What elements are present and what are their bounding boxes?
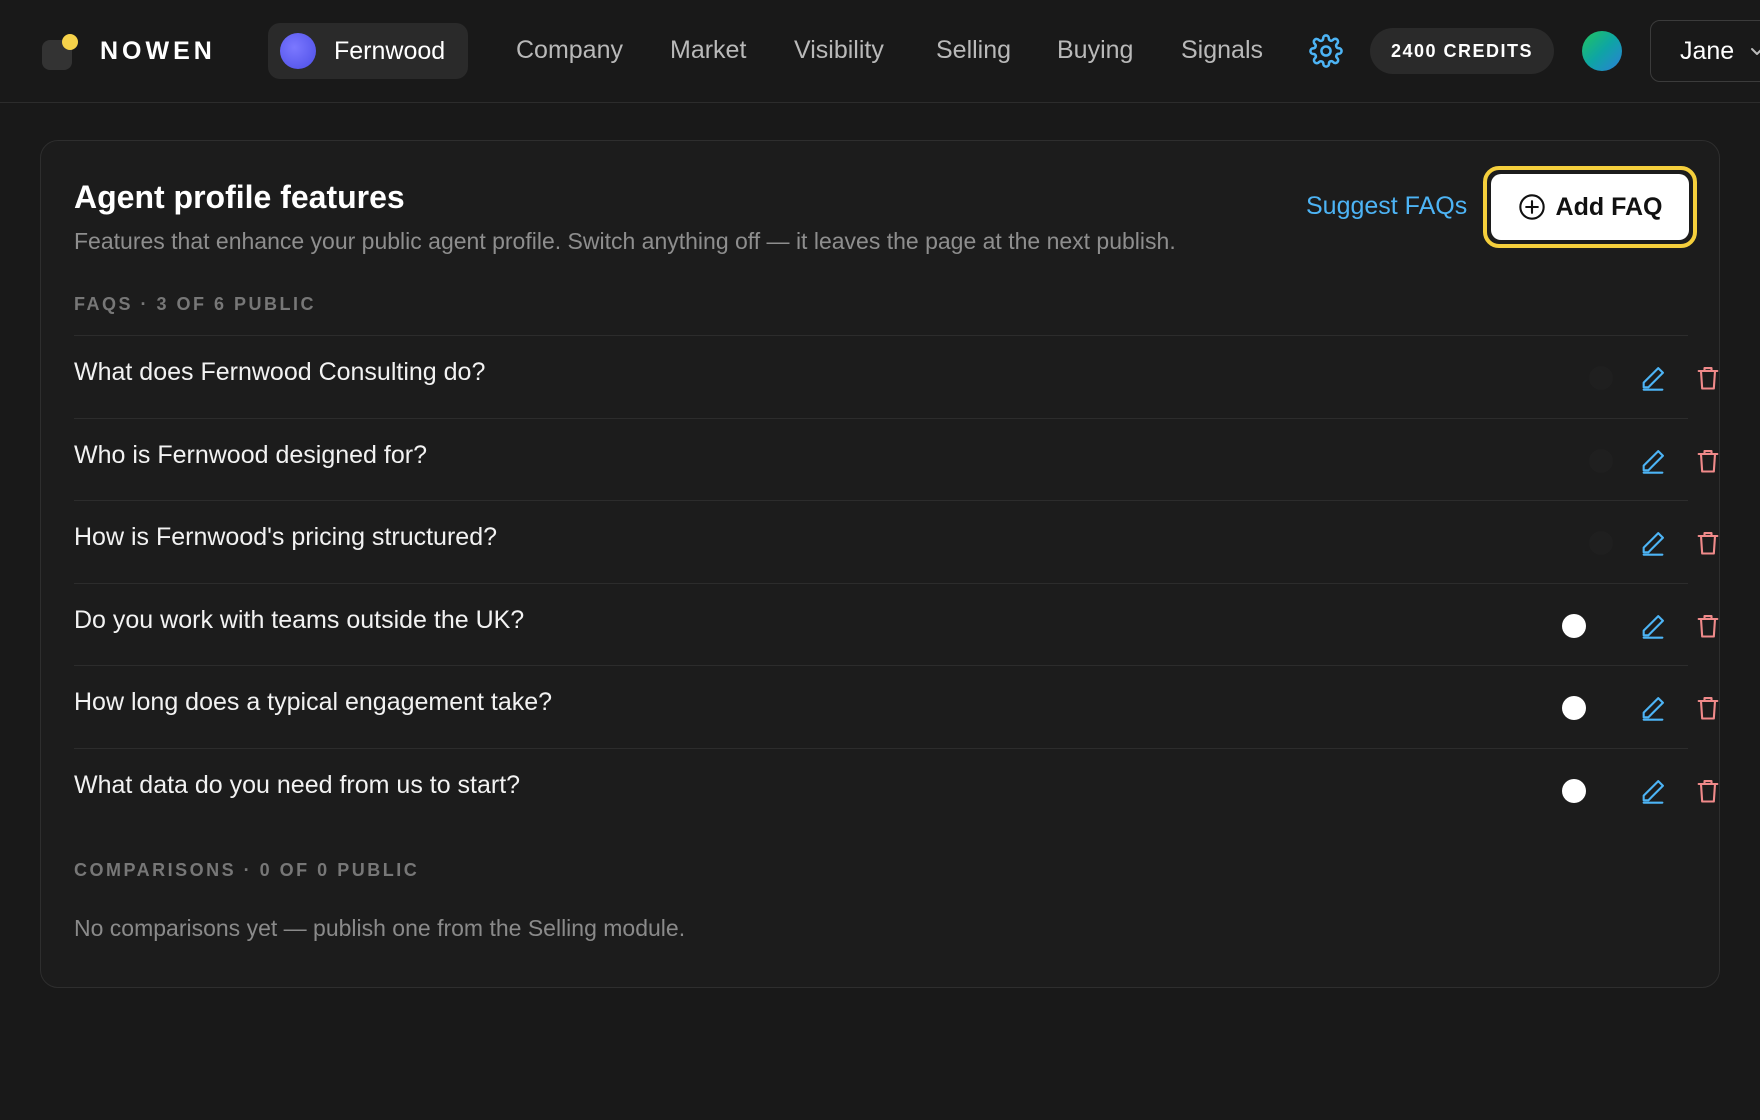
faq-row: What does Fernwood Consulting do? — [74, 335, 1719, 418]
faq-row: Who is Fernwood designed for? — [74, 417, 1719, 501]
edit-pencil-icon[interactable] — [1639, 612, 1667, 640]
comparisons-empty-state: No comparisons yet — publish one from th… — [74, 915, 686, 941]
faq-question: Do you work with teams outside the UK? — [74, 605, 525, 634]
edit-pencil-icon[interactable] — [1639, 777, 1667, 805]
edit-pencil-icon[interactable] — [1639, 364, 1667, 392]
nav-item-visibility[interactable]: Visibility — [794, 36, 884, 65]
edit-pencil-icon[interactable] — [1639, 529, 1667, 557]
logo[interactable] — [42, 34, 78, 70]
faq-question: How is Fernwood's pricing structured? — [74, 523, 497, 551]
trash-icon[interactable] — [1694, 364, 1722, 392]
visibility-toggle-on[interactable] — [1562, 696, 1586, 720]
nav-item-signals[interactable]: Signals — [1181, 36, 1263, 65]
page-subtitle: Features that enhance your public agent … — [74, 228, 1176, 254]
nav-item-company[interactable]: Company — [516, 36, 623, 65]
trash-icon[interactable] — [1694, 447, 1722, 475]
logo-dot — [62, 34, 78, 50]
chevron-down-icon — [1751, 48, 1760, 55]
faq-row: What data do you need from us to start? — [74, 747, 1719, 831]
user-menu-button[interactable]: Jane — [1650, 20, 1760, 82]
add-faq-button-inner: Add FAQ — [1491, 174, 1689, 240]
visibility-toggle-off[interactable] — [1589, 366, 1613, 390]
workspace-avatar — [280, 33, 316, 69]
workspace-name: Fernwood — [334, 36, 446, 65]
faq-question: What data do you need from us to start? — [74, 770, 521, 799]
nav-item-market[interactable]: Market — [670, 36, 746, 65]
nav-item-selling[interactable]: Selling — [936, 36, 1011, 65]
comparisons-section-label: COMPARISONS · 0 OF 0 PUBLIC — [74, 860, 420, 880]
faq-question: Who is Fernwood designed for? — [74, 440, 427, 469]
faq-row: How is Fernwood's pricing structured? — [74, 500, 1719, 583]
trash-icon[interactable] — [1694, 529, 1722, 557]
top-bar: NOWEN Fernwood Company Market Visibility… — [0, 0, 1760, 103]
user-name: Jane — [1680, 36, 1735, 65]
faq-question: How long does a typical engagement take? — [74, 688, 553, 716]
faq-row: How long does a typical engagement take? — [74, 665, 1719, 748]
faq-row: Do you work with teams outside the UK? — [74, 582, 1719, 666]
gear-icon[interactable] — [1309, 34, 1343, 68]
plus-circle-icon — [1518, 194, 1545, 220]
visibility-toggle-off[interactable] — [1589, 531, 1613, 555]
visibility-toggle-on[interactable] — [1562, 613, 1586, 638]
credits-badge[interactable]: 2400 CREDITS — [1370, 28, 1554, 74]
page-title: Agent profile features — [74, 179, 405, 215]
suggest-faqs-link[interactable]: Suggest FAQs — [1306, 192, 1467, 221]
faq-list: What does Fernwood Consulting do? Who is… — [74, 335, 1719, 831]
edit-pencil-icon[interactable] — [1639, 694, 1667, 722]
faq-question: What does Fernwood Consulting do? — [74, 358, 486, 386]
trash-icon[interactable] — [1694, 777, 1722, 805]
visibility-toggle-on[interactable] — [1562, 778, 1586, 803]
visibility-toggle-off[interactable] — [1589, 448, 1613, 473]
workspace-switcher[interactable]: Fernwood — [268, 23, 468, 79]
trash-icon[interactable] — [1694, 694, 1722, 722]
avatar[interactable] — [1582, 31, 1622, 71]
nav-item-buying[interactable]: Buying — [1057, 36, 1133, 65]
faqs-section-label: FAQS · 3 OF 6 PUBLIC — [74, 294, 317, 314]
add-faq-button[interactable]: Add FAQ — [1483, 166, 1697, 248]
trash-icon[interactable] — [1694, 612, 1722, 640]
add-faq-label: Add FAQ — [1555, 192, 1663, 221]
agent-profile-card: Agent profile features Features that enh… — [40, 140, 1720, 988]
brand-name: NOWEN — [100, 37, 216, 65]
edit-pencil-icon[interactable] — [1639, 447, 1667, 475]
